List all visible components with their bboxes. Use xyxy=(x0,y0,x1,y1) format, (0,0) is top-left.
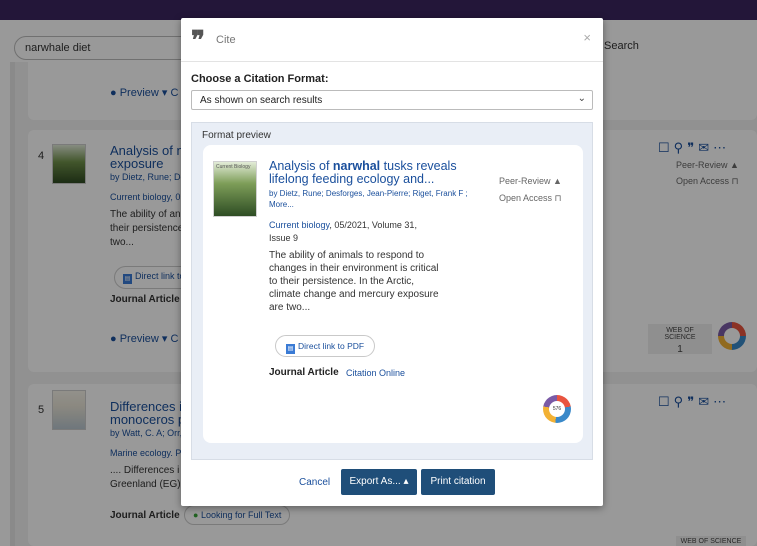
altmetric-score: 576 xyxy=(549,401,565,417)
citation-format-select[interactable]: As shown on search results ⌄ xyxy=(191,90,593,110)
preview-authors[interactable]: by Dietz, Rune; Desforges, Jean-Pierre; … xyxy=(269,188,489,210)
journal-link[interactable]: Current biology xyxy=(269,220,329,230)
cover-title: Current Biology xyxy=(216,164,251,170)
dialog-header: ❞ Cite × xyxy=(181,18,603,62)
format-preview-heading: Format preview xyxy=(202,130,271,141)
cite-dialog: ❞ Cite × Choose a Citation Format: As sh… xyxy=(181,18,603,506)
open-access-icon: ⊓ xyxy=(554,193,562,203)
preview-type: Journal Article xyxy=(269,367,339,378)
open-access-label: Open Access ⊓ xyxy=(499,193,562,203)
altmetric-badge[interactable]: 576 xyxy=(543,395,571,423)
cancel-button[interactable]: Cancel xyxy=(299,477,330,488)
citation-online-link[interactable]: Citation Online xyxy=(346,368,405,378)
preview-title[interactable]: Analysis of narwhal tusks reveals lifelo… xyxy=(269,160,479,186)
caret-up-icon: ▴ xyxy=(403,476,409,487)
preview-journal: Current biology, 05/2021, Volume 31, Iss… xyxy=(269,220,417,243)
format-preview-panel: Format preview Current Biology Analysis … xyxy=(191,122,593,460)
peer-review-icon: ▲ xyxy=(553,176,562,186)
close-button[interactable]: × xyxy=(583,30,591,45)
peer-review-label: Peer-Review ▲ xyxy=(499,176,562,186)
preview-abstract: The ability of animals to respond to cha… xyxy=(269,250,439,313)
print-citation-button[interactable]: Print citation xyxy=(421,469,495,495)
quote-icon: ❞ xyxy=(191,26,205,56)
chevron-down-icon: ⌄ xyxy=(577,93,586,104)
dialog-title: Cite xyxy=(216,34,236,46)
citation-preview-card: Current Biology Analysis of narwhal tusk… xyxy=(203,145,583,443)
more-authors-link[interactable]: More... xyxy=(269,199,489,210)
citation-format-label: Choose a Citation Format: xyxy=(191,73,329,85)
export-as-button[interactable]: Export As... ▴ xyxy=(341,469,417,495)
dialog-footer: Cancel Export As... ▴ Print citation xyxy=(181,460,603,506)
pdf-icon: ▤ xyxy=(286,344,295,354)
journal-cover-image[interactable]: Current Biology xyxy=(213,161,257,217)
direct-link-pdf-button[interactable]: ▤ Direct link to PDF xyxy=(275,335,376,357)
